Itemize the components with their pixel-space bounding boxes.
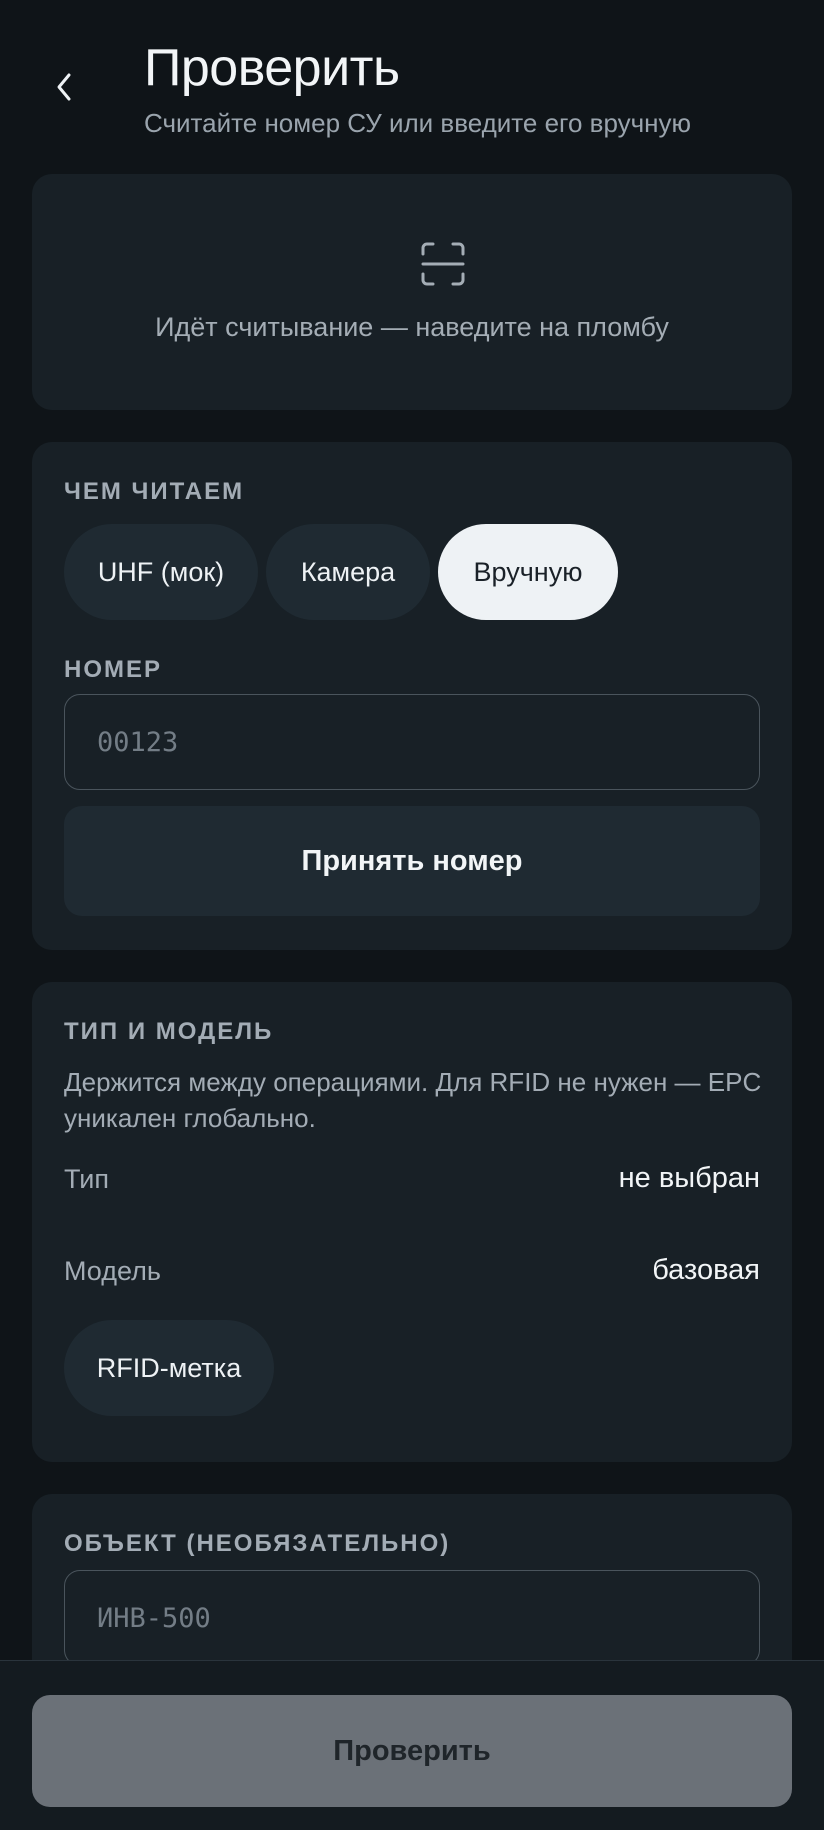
chevron-left-icon (57, 73, 71, 101)
accept-number-button[interactable]: Принять номер (64, 806, 760, 916)
number-label: НОМЕР (64, 656, 163, 683)
check-screen: Проверить Считайте номер СУ или введите … (0, 0, 824, 1830)
rfid-tag-chip[interactable]: RFID-метка (64, 1320, 274, 1416)
reader-card: ЧЕМ ЧИТАЕМ UHF (мок) Камера Вручную НОМЕ… (32, 442, 792, 950)
object-section-label: ОБЪЕКТ (НЕОБЯЗАТЕЛЬНО) (64, 1530, 451, 1557)
reader-option-uhf[interactable]: UHF (мок) (64, 524, 258, 620)
scan-status-card (32, 174, 792, 410)
object-input[interactable]: ИНВ-500 (64, 1570, 760, 1666)
page-subtitle: Считайте номер СУ или введите его вручну… (144, 108, 692, 138)
reader-section-label: ЧЕМ ЧИТАЕМ (64, 478, 245, 505)
type-model-description: Держится между операциями. Для RFID не н… (64, 1067, 762, 1133)
bottom-action-bar: Проверить (0, 1660, 824, 1830)
type-label: Тип (64, 1164, 110, 1194)
model-value[interactable]: базовая (652, 1254, 760, 1287)
check-button[interactable]: Проверить (32, 1695, 792, 1807)
page-title: Проверить (144, 39, 400, 97)
scan-status-text: Идёт считывание — наведите на пломбу (155, 312, 669, 342)
reader-option-camera[interactable]: Камера (266, 524, 430, 620)
type-model-card: ТИП И МОДЕЛЬ Держится между операциями. … (32, 982, 792, 1462)
model-label: Модель (64, 1256, 161, 1286)
back-button[interactable] (44, 62, 84, 112)
scan-frame-icon (421, 242, 465, 286)
reader-option-manual[interactable]: Вручную (438, 524, 618, 620)
type-value[interactable]: не выбран (619, 1162, 760, 1195)
type-model-section-label: ТИП И МОДЕЛЬ (64, 1018, 274, 1045)
number-input[interactable]: 00123 (64, 694, 760, 790)
